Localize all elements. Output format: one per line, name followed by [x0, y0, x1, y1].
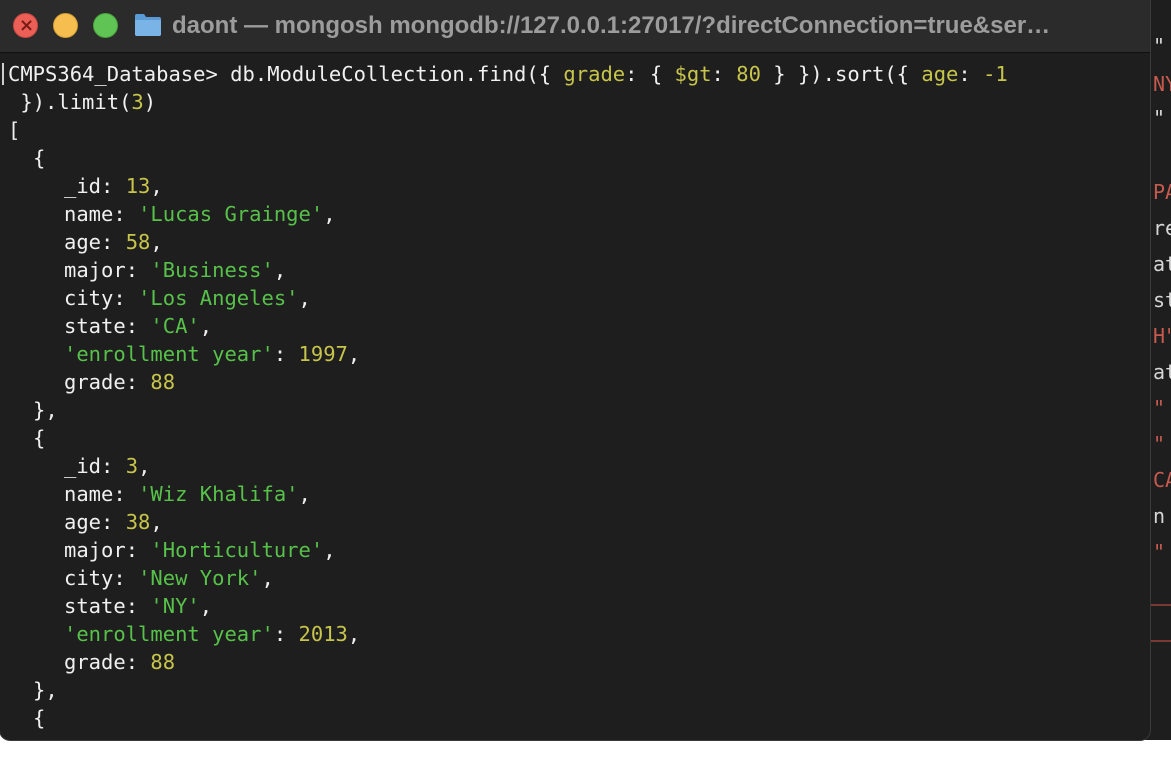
background-text-line: re	[1153, 216, 1171, 240]
background-text-line	[1153, 132, 1165, 160]
object-close: },	[33, 678, 58, 702]
background-text-line: st	[1153, 288, 1171, 312]
doc-field-major: major: 'Horticulture',	[64, 538, 336, 562]
doc-field-id: _id: 3,	[64, 454, 151, 478]
doc-field-grade: grade: 88	[64, 370, 176, 394]
window-title: daont — mongosh mongodb://127.0.0.1:2701…	[172, 12, 1051, 39]
background-text-line: "	[1153, 396, 1166, 420]
background-divider	[1151, 640, 1171, 642]
doc-field-city: city: 'Los Angeles',	[64, 286, 311, 310]
background-text-line: CA	[1153, 468, 1171, 492]
folder-icon	[135, 14, 161, 36]
background-text-line: "	[1153, 432, 1166, 456]
close-icon: ×	[18, 15, 35, 36]
object-close: },	[33, 398, 58, 422]
doc-field-name: name: 'Wiz Khalifa',	[64, 482, 311, 506]
background-text-line: n	[1153, 504, 1166, 528]
command-line: CMPS364_Database> db.ModuleCollection.fi…	[8, 62, 1008, 86]
doc-field-grade: grade: 88	[64, 650, 176, 674]
background-text-line: at	[1153, 252, 1171, 276]
object-open: {	[33, 426, 46, 450]
background-text-line: "	[1153, 106, 1166, 130]
command-continuation: }).limit(3)	[8, 90, 157, 114]
shell-prompt: CMPS364_Database>	[8, 62, 231, 86]
doc-field-state: state: 'NY',	[64, 594, 213, 618]
object-open: {	[33, 706, 46, 730]
doc-field-state: state: 'CA',	[64, 314, 213, 338]
doc-field-id: _id: 13,	[64, 174, 163, 198]
background-text-line: PA	[1153, 180, 1171, 204]
background-text-line: NY	[1153, 72, 1171, 96]
background-text-line: "	[1153, 34, 1166, 58]
object-open: {	[33, 146, 46, 170]
array-open: [	[8, 118, 21, 142]
doc-field-enrollment-year: 'enrollment year': 2013,	[64, 622, 361, 646]
background-text-line: "	[1153, 540, 1166, 564]
doc-field-age: age: 58,	[64, 230, 163, 254]
background-text-line: H"	[1153, 324, 1171, 348]
doc-field-age: age: 38,	[64, 510, 163, 534]
terminal-output[interactable]: CMPS364_Database> db.ModuleCollection.fi…	[0, 60, 1150, 740]
terminal-window[interactable]: × daont — mongosh mongodb://127.0.0.1:27…	[0, 0, 1150, 740]
background-divider	[1151, 604, 1171, 606]
doc-field-city: city: 'New York',	[64, 566, 274, 590]
maximize-window-button[interactable]	[93, 13, 118, 38]
doc-field-name: name: 'Lucas Grainge',	[64, 202, 336, 226]
desktop-background	[0, 740, 1171, 757]
title-bar[interactable]: × daont — mongosh mongodb://127.0.0.1:27…	[0, 0, 1150, 53]
background-text-line: at	[1153, 360, 1171, 384]
close-window-button[interactable]: ×	[13, 13, 38, 38]
doc-field-enrollment-year: 'enrollment year': 1997,	[64, 342, 361, 366]
minimize-window-button[interactable]	[53, 13, 78, 38]
doc-field-major: major: 'Business',	[64, 258, 287, 282]
selection-bracket	[2, 63, 4, 85]
